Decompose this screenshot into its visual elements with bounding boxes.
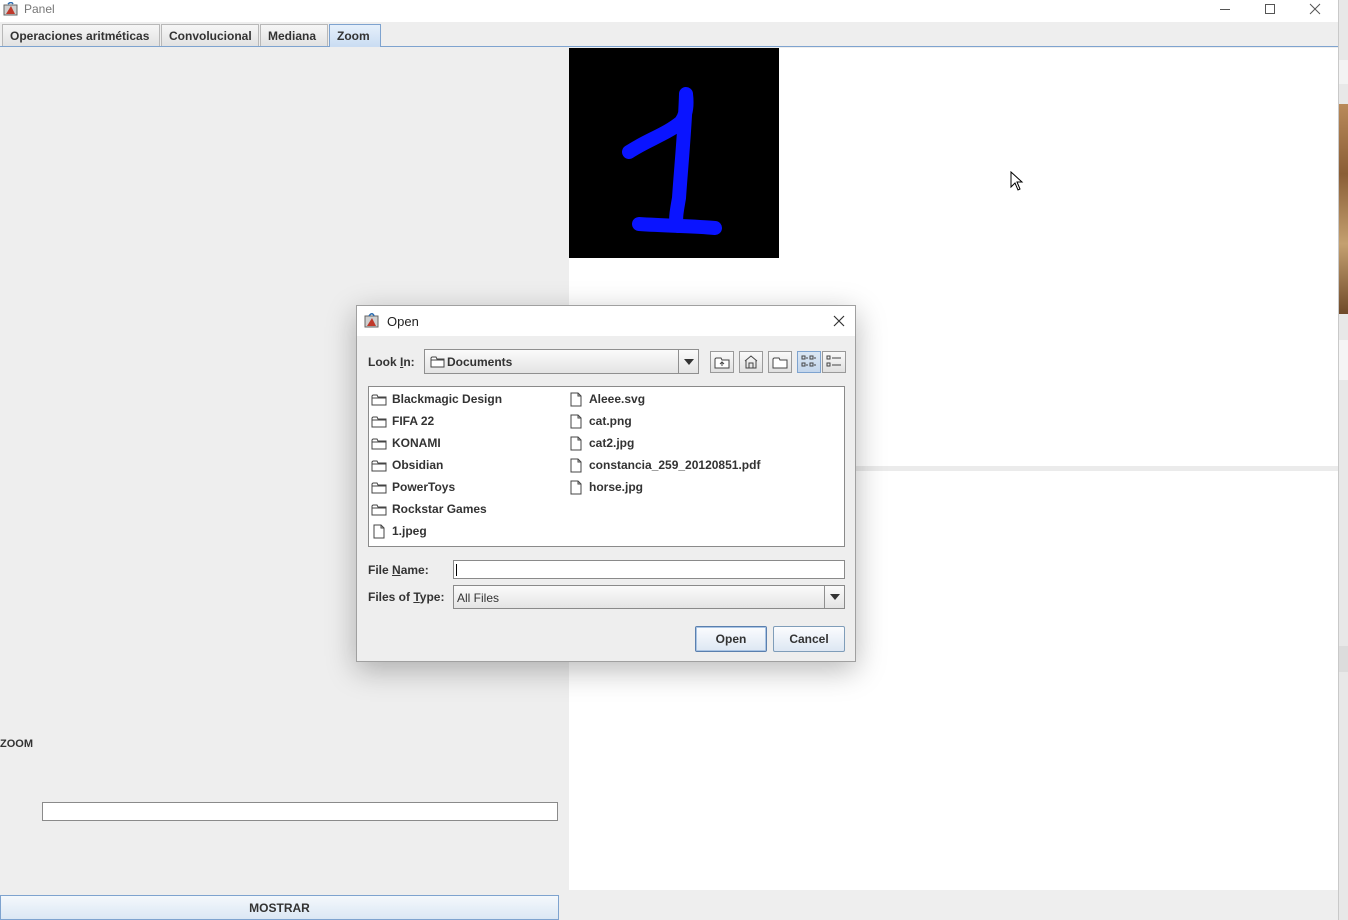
file-icon [570,436,582,450]
file-name-input[interactable] [453,560,845,579]
folder-icon [371,460,387,471]
zoom-input[interactable] [42,802,558,821]
maximize-icon[interactable] [1247,0,1293,18]
open-button[interactable]: Open [695,626,767,652]
folder-icon [371,504,387,515]
tab-zoom[interactable]: Zoom [329,24,381,47]
list-item[interactable]: Obsidian [371,455,443,475]
dialog-title: Open [387,314,419,329]
look-in-value: Documents [447,355,513,369]
file-icon [570,414,582,428]
list-item[interactable]: cat.png [568,411,632,431]
new-folder-icon[interactable] [768,351,792,373]
digit-one-drawing [622,87,722,235]
image-preview [569,48,779,258]
look-in-combo[interactable]: Documents [424,349,699,374]
cancel-button[interactable]: Cancel [773,626,845,652]
up-one-level-icon[interactable] [710,351,734,373]
look-in-label: Look In: [368,355,415,369]
background-window-edge [1338,0,1348,920]
folder-icon [430,355,445,371]
mouse-cursor-icon [1010,170,1024,194]
list-view-icon[interactable] [797,351,821,373]
files-of-type-combo[interactable]: All Files [453,585,845,609]
list-item[interactable]: Aleee.svg [568,389,645,409]
file-list[interactable]: Blackmagic Design FIFA 22 KONAMI Obsidia… [368,386,845,547]
list-item[interactable]: KONAMI [371,433,441,453]
java-app-icon [3,1,19,16]
tab-convolucional[interactable]: Convolucional [161,24,259,46]
list-item[interactable]: PowerToys [371,477,455,497]
details-view-icon[interactable] [822,351,846,373]
list-item[interactable]: horse.jpg [568,477,643,497]
tab-operaciones-aritmeticas[interactable]: Operaciones aritméticas [2,24,160,46]
home-icon[interactable] [739,351,763,373]
mostrar-button[interactable]: MOSTRAR [0,895,559,920]
window-titlebar: Panel [0,0,1348,22]
list-item[interactable]: cat2.jpg [568,433,634,453]
file-icon [373,524,385,538]
list-item[interactable]: Blackmagic Design [371,389,502,409]
chevron-down-icon[interactable] [824,586,844,608]
folder-icon [371,438,387,449]
tab-bar: Operaciones aritméticas Convolucional Me… [0,23,1338,47]
close-icon[interactable] [1292,0,1338,18]
list-item[interactable]: FIFA 22 [371,411,434,431]
folder-icon [371,394,387,405]
open-file-dialog: Open Look In: Documents Blackmagic Desig… [356,305,856,662]
chevron-down-icon[interactable] [678,350,698,373]
files-of-type-value: All Files [457,591,500,605]
list-item[interactable]: constancia_259_20120851.pdf [568,455,760,475]
file-icon [570,458,582,472]
minimize-icon[interactable] [1202,0,1248,18]
zoom-label: ZOOM [0,738,33,750]
text-caret [456,564,457,576]
dialog-titlebar: Open [357,306,855,336]
java-app-icon [364,313,380,328]
tab-mediana[interactable]: Mediana [260,24,328,46]
window-title: Panel [24,2,55,16]
files-of-type-label: Files of Type: [368,590,445,604]
file-icon [570,392,582,406]
folder-icon [371,482,387,493]
file-name-label: File Name: [368,563,429,577]
list-item[interactable]: Rockstar Games [371,499,487,519]
dialog-close-icon[interactable] [829,311,849,331]
file-icon [570,480,582,494]
list-item[interactable]: 1.jpeg [371,521,427,541]
folder-icon [371,416,387,427]
